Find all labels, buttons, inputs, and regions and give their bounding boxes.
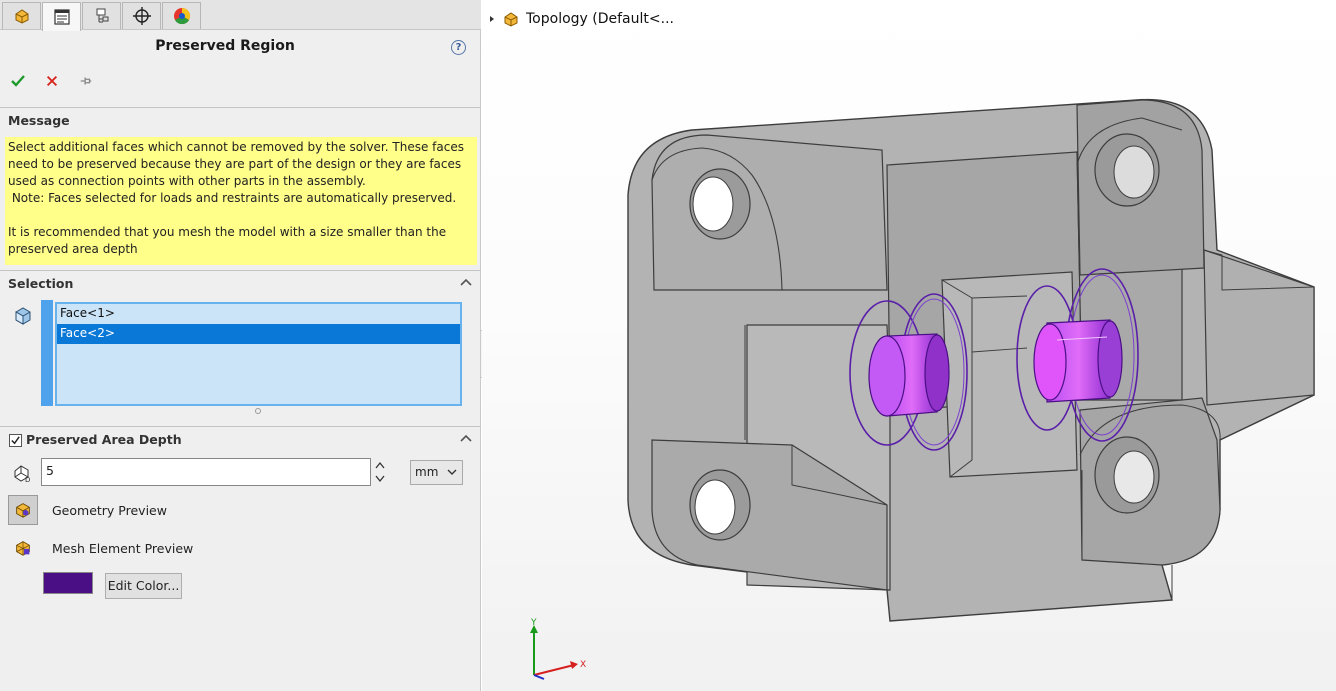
property-manager-panel: Preserved Region ? Message Select additi… xyxy=(0,0,481,691)
geometry-preview-toggle[interactable] xyxy=(8,495,38,525)
pushpin-icon xyxy=(80,77,92,85)
property-manager-icon xyxy=(53,9,70,25)
chevron-down-icon xyxy=(447,469,457,475)
tab-feature-manager[interactable] xyxy=(2,2,41,29)
depth-checkbox[interactable] xyxy=(9,434,22,447)
3d-model[interactable] xyxy=(482,0,1336,691)
ok-button[interactable] xyxy=(8,71,28,91)
tab-property-manager[interactable] xyxy=(42,2,81,31)
selection-section-header[interactable]: Selection xyxy=(0,270,481,294)
x-axis-label: X xyxy=(580,660,586,670)
manager-tabbar xyxy=(0,0,481,31)
mesh-preview-toggle[interactable] xyxy=(8,533,38,563)
y-axis-label: Y xyxy=(530,618,537,628)
graphics-viewport[interactable]: Topology (Default<... Y X xyxy=(482,0,1336,691)
geometry-preview-icon xyxy=(16,503,30,518)
message-text: Select additional faces which cannot be … xyxy=(5,137,477,265)
message-section-label: Message xyxy=(8,113,70,128)
tab-dimxpert-manager[interactable] xyxy=(122,2,161,29)
tab-display-manager[interactable] xyxy=(162,2,201,29)
chevron-up-icon[interactable] xyxy=(459,431,473,445)
chevron-up-icon[interactable] xyxy=(459,275,473,289)
depth-spinner[interactable] xyxy=(373,458,387,486)
color-swatch[interactable] xyxy=(43,572,93,594)
list-item[interactable]: Face<1> xyxy=(57,304,460,324)
checkmark-icon xyxy=(11,75,25,87)
feature-manager-icon xyxy=(15,9,28,24)
cancel-button[interactable] xyxy=(42,71,62,91)
action-bar xyxy=(8,70,96,92)
tab-configuration-manager[interactable] xyxy=(82,2,121,29)
mesh-preview-icon xyxy=(16,541,30,556)
selection-list[interactable]: Face<1> Face<2> xyxy=(55,302,462,406)
close-icon xyxy=(46,75,58,87)
message-section-header[interactable]: Message xyxy=(0,107,481,131)
edit-color-button[interactable]: Edit Color... xyxy=(105,573,182,599)
page-title: Preserved Region xyxy=(155,38,295,54)
depth-input[interactable]: 5 xyxy=(41,458,371,486)
axis-triad: Y X xyxy=(530,618,586,680)
selection-active-bar xyxy=(41,300,53,406)
depth-icon: D xyxy=(14,465,30,484)
unit-select-value: mm xyxy=(415,465,439,479)
face-selection-icon xyxy=(15,307,31,325)
depth-section-label: Preserved Area Depth xyxy=(26,432,182,447)
geometry-preview-label: Geometry Preview xyxy=(52,503,167,518)
model-lug-top-left xyxy=(651,134,888,291)
unit-select[interactable]: mm xyxy=(410,460,463,485)
selection-section-label: Selection xyxy=(8,276,74,291)
mesh-preview-label: Mesh Element Preview xyxy=(52,541,194,556)
list-item[interactable]: Face<2> xyxy=(57,324,460,344)
pin-button[interactable] xyxy=(76,71,96,91)
color-wheel-icon xyxy=(173,7,190,25)
depth-section-header[interactable]: Preserved Area Depth xyxy=(0,426,481,450)
configuration-manager-icon xyxy=(96,8,108,23)
checkmark-icon xyxy=(11,436,20,445)
svg-text:D: D xyxy=(25,476,30,484)
help-icon[interactable]: ? xyxy=(451,40,466,55)
list-resize-handle[interactable] xyxy=(255,408,261,414)
crosshair-icon xyxy=(132,7,151,25)
